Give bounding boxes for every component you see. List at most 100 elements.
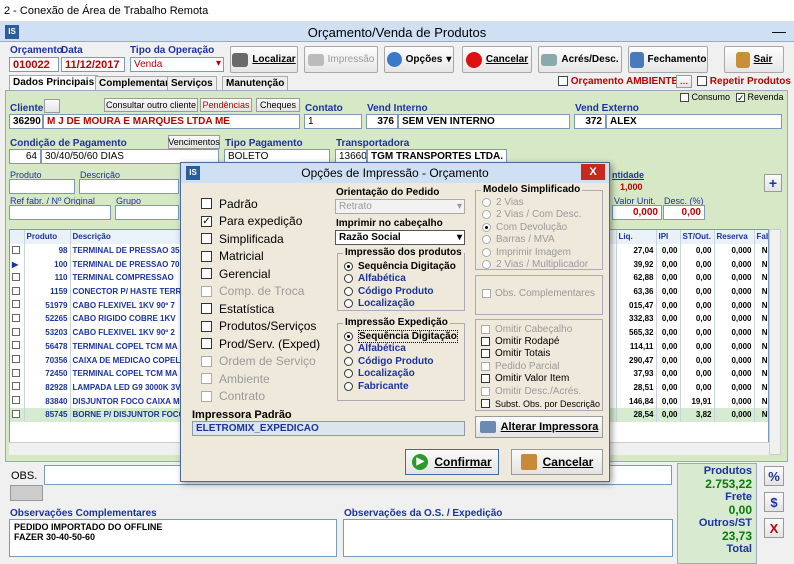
omitir-option[interactable]: Subst. Obs. por Descrição	[481, 397, 600, 409]
radio-button[interactable]	[482, 247, 491, 257]
omitir-checkbox[interactable]	[481, 337, 490, 347]
radio-option[interactable]: Alfabética	[344, 343, 458, 356]
radio-button[interactable]	[344, 344, 353, 354]
row-selector[interactable]	[10, 353, 25, 367]
print-option-checkbox[interactable]	[201, 250, 212, 262]
vend-externo-name[interactable]: ALEX	[606, 114, 782, 129]
print-option[interactable]: Ordem de Serviço	[201, 353, 331, 371]
cancelar-button[interactable]: Cancelar	[462, 46, 532, 73]
row-checkbox[interactable]	[12, 341, 20, 350]
data-field[interactable]: 11/12/2017	[61, 57, 125, 72]
quantidade-value[interactable]: 1,000	[620, 182, 643, 192]
print-option-checkbox[interactable]	[201, 268, 212, 280]
radio-button[interactable]	[344, 261, 353, 271]
revenda-flag[interactable]: ✓ Revenda	[736, 92, 784, 103]
print-option[interactable]: Gerencial	[201, 265, 331, 283]
omitir-checkbox[interactable]	[481, 324, 490, 334]
obs-side-field[interactable]	[10, 485, 43, 501]
print-option-checkbox[interactable]	[201, 338, 212, 350]
radio-button[interactable]	[344, 299, 353, 309]
opcoes-button[interactable]: Opções ▾	[384, 46, 454, 73]
print-option-checkbox[interactable]	[201, 303, 212, 315]
obs-complementares-checkbox[interactable]	[482, 289, 491, 298]
print-option-checkbox[interactable]	[201, 320, 212, 332]
col-reserva[interactable]: Reserva	[714, 230, 755, 244]
orcamento-ambiente-flag[interactable]: Orçamento AMBIENTE	[558, 76, 678, 87]
omitir-checkbox[interactable]	[481, 374, 490, 384]
print-option[interactable]: Matricial	[201, 248, 331, 266]
obs-complementares-field[interactable]: PEDIDO IMPORTADO DO OFFLINE FAZER 30-40-…	[9, 519, 337, 557]
col-produto[interactable]: Produto	[24, 230, 71, 244]
confirmar-button[interactable]: ▶ Confirmar	[405, 449, 499, 475]
row-selector[interactable]	[10, 284, 25, 299]
omitir-checkbox[interactable]	[481, 349, 490, 359]
consumo-checkbox[interactable]	[680, 93, 689, 103]
alterar-impressora-button[interactable]: Alterar Impressora	[475, 416, 603, 438]
radio-button[interactable]	[344, 381, 353, 391]
row-selector[interactable]	[10, 339, 25, 354]
radio-button[interactable]	[482, 260, 491, 270]
radio-option[interactable]: Fabricante	[344, 380, 458, 393]
radio-option[interactable]: Barras / MVA	[482, 234, 588, 247]
omitir-checkbox[interactable]	[481, 361, 490, 371]
print-option-checkbox[interactable]	[201, 355, 212, 367]
dialog-close-button[interactable]: X	[581, 164, 605, 180]
cabecalho-select[interactable]: Razão Social ▾	[335, 230, 465, 245]
radio-option[interactable]: Localização	[344, 298, 456, 311]
vencimentos-button[interactable]: Vencimentos	[168, 135, 220, 149]
row-selector[interactable]	[10, 298, 25, 313]
row-checkbox[interactable]	[12, 327, 20, 336]
print-option[interactable]: Prod/Serv. (Exped)	[201, 335, 331, 353]
row-checkbox[interactable]	[12, 286, 20, 295]
orientacao-select[interactable]: Retrato ▾	[335, 199, 465, 214]
row-selector[interactable]	[10, 325, 25, 340]
omitir-option[interactable]: Omitir Rodapé	[481, 335, 600, 347]
radio-button[interactable]	[482, 210, 491, 220]
print-option[interactable]: Simplificada	[201, 230, 331, 248]
omitir-checkbox[interactable]	[481, 399, 490, 409]
print-option[interactable]: Comp. de Troca	[201, 283, 331, 301]
print-option[interactable]: Padrão	[201, 195, 331, 213]
radio-option[interactable]: 2 Vias	[482, 196, 588, 209]
row-checkbox[interactable]	[12, 355, 20, 364]
desc-pct-field[interactable]: 0,00	[663, 205, 705, 220]
radio-option[interactable]: 2 Vias / Multiplicador	[482, 259, 588, 272]
radio-option[interactable]: Alfabética	[344, 273, 456, 286]
omitir-option[interactable]: Omitir Totais	[481, 348, 600, 360]
row-selector[interactable]	[10, 243, 25, 258]
omitir-option[interactable]: Omitir Valor Item	[481, 373, 600, 385]
col-st-out[interactable]: ST/Out.	[680, 230, 715, 244]
print-option[interactable]: ✓ Para expedição	[201, 213, 331, 231]
impressora-padrao-field[interactable]: ELETROMIX_EXPEDICAO	[192, 421, 465, 436]
row-checkbox[interactable]	[12, 245, 20, 254]
orcamento-ambiente-checkbox[interactable]	[558, 76, 568, 87]
vend-interno-code[interactable]: 376	[366, 114, 398, 129]
minimize-button[interactable]: —	[772, 23, 786, 39]
tab-dados-principais[interactable]: Dados Principais	[9, 75, 99, 91]
row-checkbox[interactable]	[12, 300, 20, 309]
consumo-flag[interactable]: Consumo	[680, 92, 730, 103]
omitir-option[interactable]: Omitir Cabeçalho	[481, 323, 600, 335]
print-option-checkbox[interactable]	[201, 233, 212, 245]
print-option[interactable]: Estatística	[201, 300, 331, 318]
col-descricao[interactable]: Descrição	[70, 230, 181, 244]
row-selector[interactable]	[10, 366, 25, 381]
fechamento-button[interactable]: Fechamento	[628, 46, 708, 73]
dollar-button[interactable]: $	[764, 492, 784, 512]
row-checkbox[interactable]	[12, 313, 20, 322]
pendencias-button[interactable]: Pendências	[200, 98, 252, 112]
radio-button[interactable]	[482, 222, 491, 232]
sair-button[interactable]: Sair	[724, 46, 784, 73]
radio-button[interactable]	[344, 369, 353, 379]
obs-os-field[interactable]	[343, 519, 673, 557]
add-product-button[interactable]: +	[764, 174, 782, 192]
tab-servicos[interactable]: Serviços	[167, 76, 217, 90]
print-option-checkbox[interactable]	[201, 198, 212, 210]
grupo-field[interactable]	[115, 205, 179, 220]
row-checkbox[interactable]	[12, 382, 20, 391]
radio-option[interactable]: Sequência Digitação	[344, 329, 458, 343]
radio-option[interactable]: Sequência Digitação	[344, 260, 456, 273]
radio-option[interactable]: Código Produto	[344, 355, 458, 368]
row-selector[interactable]: ▶	[10, 257, 25, 272]
row-checkbox[interactable]	[12, 272, 20, 281]
